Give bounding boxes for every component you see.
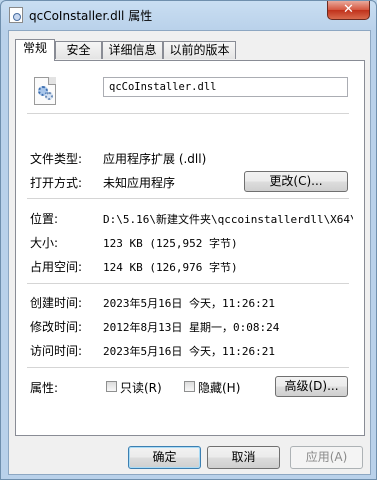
dll-file-icon (34, 77, 56, 105)
tab-details[interactable]: 详细信息 (102, 41, 163, 59)
file-type-value: 应用程序扩展 (.dll) (103, 152, 207, 166)
hidden-checkbox[interactable] (184, 381, 195, 392)
open-with-label: 打开方式: (30, 176, 83, 190)
apply-button[interactable]: 应用(A) (290, 446, 363, 469)
title-bar[interactable]: qcCoInstaller.dll 属性 ✕ (1, 1, 376, 29)
readonly-checkbox[interactable] (106, 381, 117, 392)
tab-general[interactable]: 常规 (15, 39, 55, 61)
dialog-content: 常规 安全 详细信息 以前的版本 qcCoInstaller.dll 文件类型:… (8, 30, 371, 475)
location-value: D:\5.16\新建文件夹\qccoinstallerdll\X64\2 (103, 213, 353, 226)
size-value: 123 KB (125,952 字节) (103, 237, 238, 250)
disk-size-label: 占用空间: (30, 260, 83, 274)
open-with-value: 未知应用程序 (103, 176, 176, 190)
accessed-label: 访问时间: (30, 344, 83, 358)
modified-value: 2012年8月13日 星期一，0:08:24 (103, 321, 280, 334)
location-label: 位置: (30, 212, 59, 226)
gear-icon (45, 92, 53, 100)
general-panel: qcCoInstaller.dll 文件类型: 应用程序扩展 (.dll) 打开… (15, 60, 365, 436)
hidden-label[interactable]: 隐藏(H) (198, 379, 240, 396)
cancel-button[interactable]: 取消 (207, 446, 280, 469)
created-label: 创建时间: (30, 296, 83, 310)
file-name-field[interactable]: qcCoInstaller.dll (103, 77, 348, 97)
window-title: qcCoInstaller.dll 属性 (29, 9, 153, 23)
close-icon: ✕ (343, 2, 354, 17)
attributes-label: 属性: (30, 381, 59, 395)
dll-file-icon (9, 7, 23, 23)
properties-window: qcCoInstaller.dll 属性 ✕ 常规 安全 详细信息 以前的版本 … (0, 0, 377, 480)
divider (27, 283, 349, 284)
divider (27, 367, 349, 368)
advanced-button[interactable]: 高级(D)... (275, 376, 348, 397)
readonly-label[interactable]: 只读(R) (120, 379, 162, 396)
divider (27, 198, 349, 199)
change-button[interactable]: 更改(C)... (244, 171, 348, 192)
modified-label: 修改时间: (30, 320, 83, 334)
ok-button[interactable]: 确定 (128, 446, 201, 469)
tab-security[interactable]: 安全 (55, 41, 102, 59)
close-button[interactable]: ✕ (327, 1, 370, 20)
accessed-value: 2023年5月16日 今天，11:26:21 (103, 345, 275, 358)
file-type-label: 文件类型: (30, 152, 83, 166)
divider (27, 113, 349, 114)
tab-previous-versions[interactable]: 以前的版本 (163, 41, 236, 59)
disk-size-value: 124 KB (126,976 字节) (103, 261, 238, 274)
size-label: 大小: (30, 236, 59, 250)
created-value: 2023年5月16日 今天，11:26:21 (103, 297, 275, 310)
